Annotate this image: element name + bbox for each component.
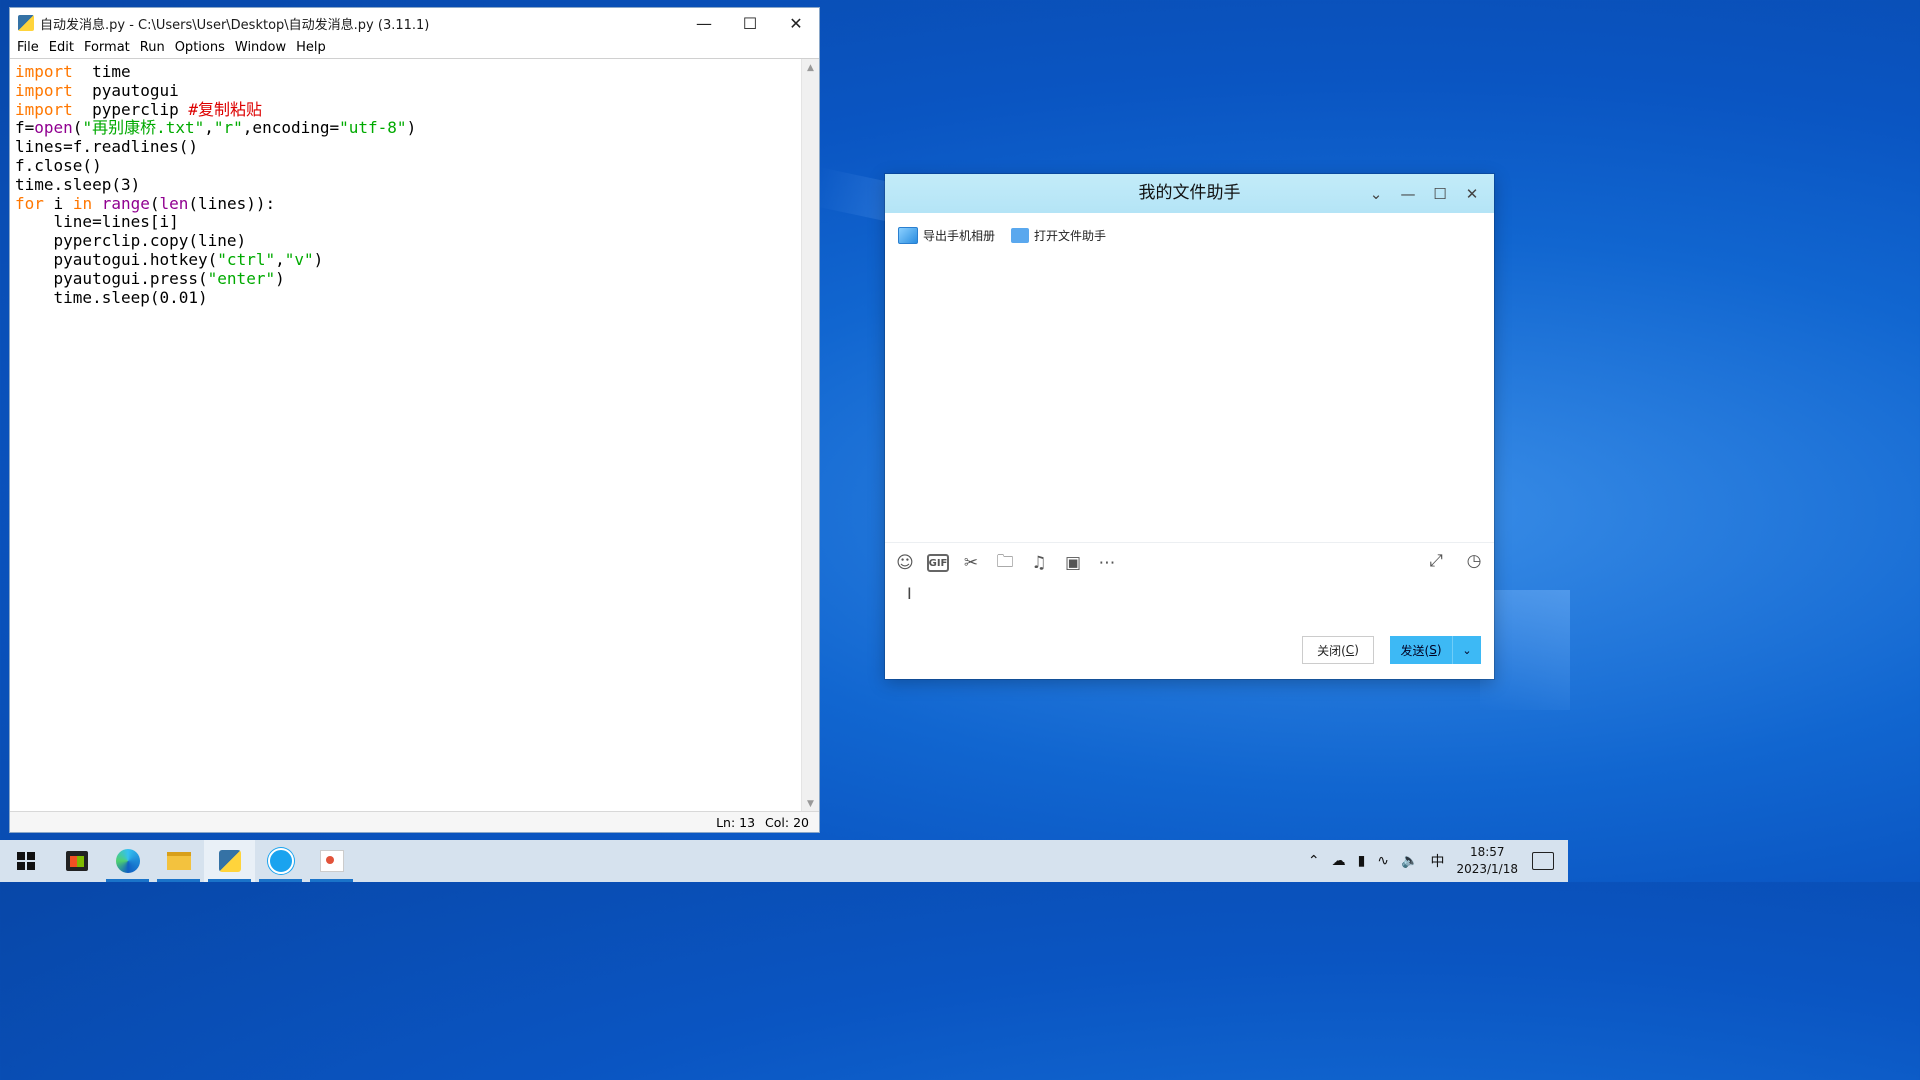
taskbar-qq[interactable] [255, 840, 306, 882]
input-toolbar: ☺ GIF ✂ 🗀 ♫ ▣ ⋯ [893, 550, 1129, 576]
scissors-icon[interactable]: ✂ [959, 552, 983, 574]
system-tray: ⌃ ☁ ▮ ∿ 🔈 中 18:57 2023/1/18 [1302, 840, 1568, 882]
code-line: f.close() [15, 155, 102, 175]
presentation-app-icon [319, 850, 344, 872]
window-title: 自动发消息.py - C:\Users\User\Desktop\自动发消息.p… [40, 17, 430, 33]
status-bar: Ln: 13 Col: 20 [10, 811, 819, 832]
vertical-scrollbar[interactable]: ▲ ▼ [801, 59, 819, 812]
folder-icon [1011, 228, 1030, 243]
close-button[interactable]: ✕ [1456, 185, 1488, 203]
code-text: import time import pyautogui import pyperc… [10, 59, 802, 307]
start-button[interactable] [0, 840, 51, 882]
menu-options[interactable]: Options [170, 38, 230, 58]
code-line: pyautogui.press("enter") [15, 268, 285, 288]
volume-icon[interactable]: 🔈 [1401, 853, 1418, 869]
taskbar-store[interactable] [51, 840, 102, 882]
code-line: time.sleep(3) [15, 174, 141, 194]
clock-date: 2023/1/18 [1456, 862, 1518, 876]
file-helper-chat-window: 我的文件助手 ⌄ — ☐ ✕ 导出手机相册 打开文件助手 ☺ GIF ✂ 🗀 ♫… [885, 174, 1494, 679]
menu-help[interactable]: Help [291, 38, 331, 58]
expand-icon[interactable]: ⤢ [1424, 550, 1448, 572]
close-button[interactable]: ✕ [773, 8, 819, 38]
code-line: time.sleep(0.01) [15, 287, 208, 307]
code-editor[interactable]: import time import pyautogui import pyperc… [10, 59, 802, 812]
ime-indicator[interactable]: 中 [1430, 851, 1444, 871]
taskbar-clock[interactable]: 18:57 2023/1/18 [1456, 844, 1518, 878]
image-icon[interactable]: ▣ [1061, 552, 1085, 574]
python-idle-icon [218, 850, 241, 872]
code-line: pyperclip.copy(line) [15, 231, 247, 251]
clock-time: 18:57 [1469, 845, 1505, 859]
code-line: lines=f.readlines() [15, 137, 199, 157]
input-divider [885, 542, 1494, 543]
scroll-up-icon[interactable]: ▲ [802, 59, 819, 76]
code-line: for i in range(len(lines)): [15, 193, 276, 213]
export-photos-label: 导出手机相册 [923, 229, 996, 243]
minimize-button[interactable]: — [681, 8, 727, 38]
open-file-helper-label: 打开文件助手 [1034, 229, 1107, 243]
taskbar: ⌃ ☁ ▮ ∿ 🔈 中 18:57 2023/1/18 [0, 840, 1568, 882]
taskbar-edge[interactable] [102, 840, 153, 882]
menu-window[interactable]: Window [230, 38, 291, 58]
windows-logo-icon [16, 852, 35, 870]
gif-icon[interactable]: GIF [927, 554, 949, 572]
code-line: import time [15, 62, 131, 81]
idle-editor-window: 自动发消息.py - C:\Users\User\Desktop\自动发消息.p… [9, 7, 820, 833]
wifi-icon[interactable]: ∿ [1377, 853, 1389, 869]
store-icon [65, 851, 88, 871]
maximize-button[interactable]: ☐ [727, 8, 773, 38]
menu-bar: File Edit Format Run Options Window Help [10, 38, 819, 59]
close-chat-button[interactable]: 关闭(C) [1302, 636, 1374, 664]
python-file-icon [18, 15, 34, 31]
onedrive-cloud-icon[interactable]: ☁ [1332, 853, 1346, 869]
menu-edit[interactable]: Edit [44, 38, 79, 58]
minimize-button[interactable]: — [1392, 185, 1424, 203]
scroll-down-icon[interactable]: ▼ [802, 795, 819, 812]
export-photos-link[interactable]: 导出手机相册 [898, 227, 995, 244]
taskbar-presentation[interactable] [306, 840, 357, 882]
battery-icon[interactable]: ▮ [1358, 853, 1366, 869]
chat-action-bar: 导出手机相册 打开文件助手 [885, 213, 1494, 244]
maximize-button[interactable]: ☐ [1424, 185, 1456, 203]
folder-icon[interactable]: 🗀 [993, 552, 1017, 574]
text-cursor-icon: I [907, 584, 912, 603]
notification-center-icon[interactable] [1532, 852, 1554, 870]
qq-app-icon [267, 848, 294, 874]
photo-export-icon [898, 227, 918, 244]
file-explorer-icon [166, 852, 191, 870]
code-line: f=open("再别康桥.txt","r",encoding="utf-8") [15, 118, 417, 138]
music-note-icon[interactable]: ♫ [1027, 552, 1051, 574]
emoji-icon[interactable]: ☺ [893, 552, 917, 574]
code-line: import pyautogui [15, 80, 179, 100]
status-line: Ln: 13 [716, 814, 756, 830]
open-file-helper-link[interactable]: 打开文件助手 [1011, 227, 1106, 244]
code-line: line=lines[i] [15, 212, 179, 232]
menu-run[interactable]: Run [135, 38, 170, 58]
send-button[interactable]: 发送(S) ⌄ [1390, 636, 1481, 664]
more-icon[interactable]: ⋯ [1095, 552, 1119, 574]
send-options-chevron-icon[interactable]: ⌄ [1452, 636, 1481, 664]
menu-format[interactable]: Format [79, 38, 135, 58]
edge-browser-icon [115, 849, 140, 873]
idle-titlebar[interactable]: 自动发消息.py - C:\Users\User\Desktop\自动发消息.p… [10, 8, 819, 38]
taskbar-file-explorer[interactable] [153, 840, 204, 882]
chat-titlebar[interactable]: 我的文件助手 ⌄ — ☐ ✕ [885, 174, 1494, 213]
status-column: Col: 20 [765, 814, 809, 830]
code-line: pyautogui.hotkey("ctrl","v") [15, 249, 324, 269]
tray-chevron-up-icon[interactable]: ⌃ [1308, 853, 1320, 869]
message-history-area[interactable] [885, 254, 1494, 542]
chevron-down-icon[interactable]: ⌄ [1360, 185, 1392, 203]
taskbar-python-idle[interactable] [204, 840, 255, 882]
clock-history-icon[interactable]: ◷ [1462, 550, 1486, 572]
code-line: import pyperclip #复制粘贴 [15, 99, 263, 119]
menu-file[interactable]: File [12, 38, 44, 58]
